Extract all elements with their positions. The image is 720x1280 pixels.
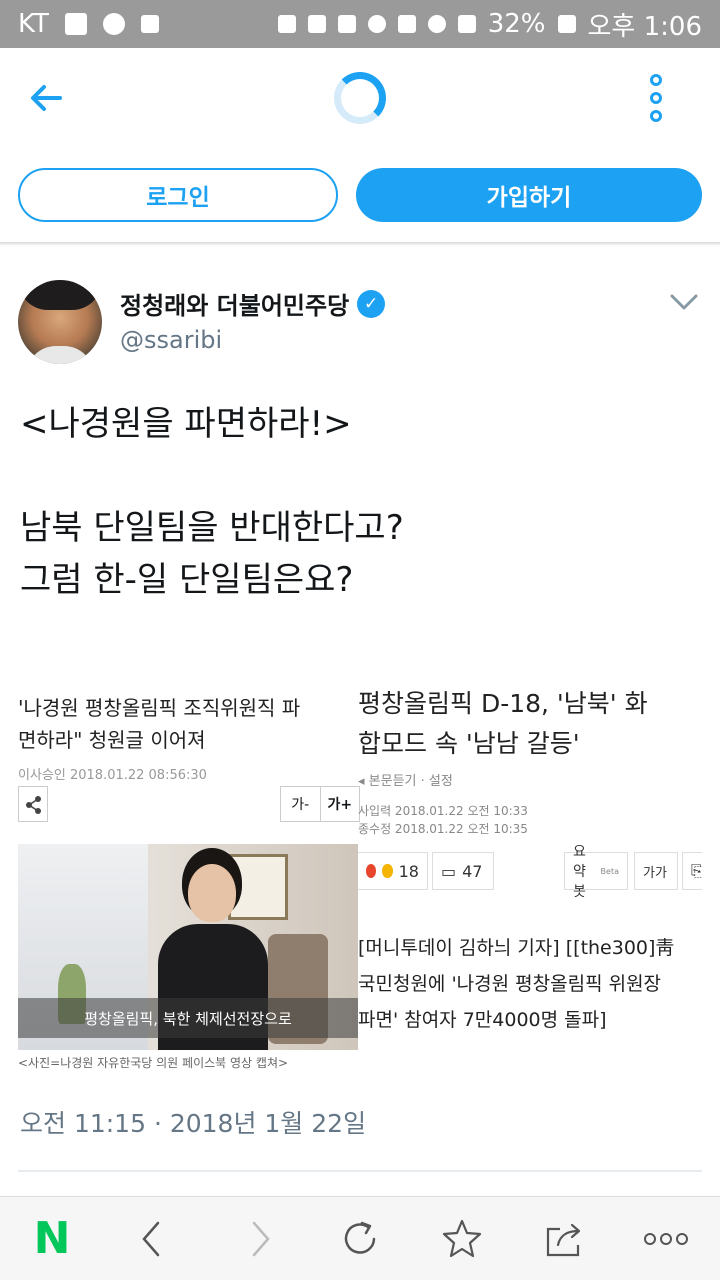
more-options-button[interactable] bbox=[642, 74, 670, 122]
header-divider bbox=[0, 242, 720, 246]
refresh-button[interactable] bbox=[336, 1215, 384, 1263]
summary-beta-badge: Beta bbox=[600, 866, 619, 876]
author-name-text: 정청래와 더불어민주당 bbox=[120, 292, 350, 320]
naver-logo-icon: N bbox=[33, 1213, 71, 1264]
more-horizontal-icon bbox=[644, 1233, 688, 1245]
signup-button[interactable]: 가입하기 bbox=[356, 168, 702, 222]
mute-icon bbox=[337, 15, 356, 33]
laugh-emoji-icon bbox=[382, 864, 393, 878]
right-article-title: 평창올림픽 D-18, '남북' 화 합모드 속 '남남 갈등' bbox=[358, 689, 648, 758]
chevron-down-icon bbox=[670, 294, 698, 310]
tweet-line: <나경원을 파면하라!> bbox=[20, 404, 352, 444]
wifi-icon bbox=[427, 15, 446, 33]
font-size-controls: 가- 가+ bbox=[280, 786, 360, 822]
status-bar: KT 32% 오후 1:06 bbox=[0, 0, 720, 48]
back-button[interactable] bbox=[26, 78, 66, 118]
loading-spinner-icon bbox=[334, 72, 386, 124]
tweet-text: <나경원을 파면하라!> 남북 단일팀을 반대한다고? 그럼 한-일 단일팀은요… bbox=[20, 398, 700, 606]
tweet-line: 남북 단일팀을 반대한다고? bbox=[20, 508, 404, 548]
carrier-label: KT bbox=[18, 9, 49, 39]
auth-buttons: 로그인 가입하기 bbox=[0, 168, 720, 224]
listen-settings: ◂ 본문듣기 · 설정 bbox=[358, 774, 453, 789]
browser-forward-button[interactable] bbox=[236, 1215, 284, 1263]
bookmark-button[interactable] bbox=[438, 1215, 486, 1263]
tweet-menu-button[interactable] bbox=[668, 290, 700, 314]
browser-back-button[interactable] bbox=[128, 1215, 176, 1263]
login-button[interactable]: 로그인 bbox=[18, 168, 338, 222]
reaction-row: 18 ▭ 47 요약봇 Beta 가가 ⎘ bbox=[358, 844, 702, 900]
arrow-left-icon bbox=[31, 85, 62, 111]
share-button[interactable] bbox=[540, 1215, 588, 1263]
battery-saver-icon bbox=[277, 15, 296, 33]
author-name[interactable]: 정청래와 더불어민주당 ✓ bbox=[120, 286, 386, 321]
reaction-count: 18 bbox=[398, 861, 419, 881]
alarm-icon bbox=[367, 15, 386, 33]
verified-badge-icon: ✓ bbox=[357, 289, 386, 318]
image-icon bbox=[64, 13, 87, 35]
usb-icon bbox=[140, 15, 159, 33]
browser-more-button[interactable] bbox=[642, 1215, 690, 1263]
battery-percent: 32% bbox=[487, 9, 546, 39]
vertical-dots-icon bbox=[650, 74, 662, 86]
bluetooth-icon bbox=[307, 15, 326, 33]
hd-icon bbox=[397, 15, 416, 33]
browser-back-icon bbox=[142, 1221, 160, 1257]
signal-icon bbox=[457, 15, 476, 33]
angry-emoji-icon bbox=[366, 864, 377, 878]
left-article-screenshot: '나경원 평창올림픽 조직위원직 파 면하라" 청원글 이어져 이사승인 201… bbox=[18, 676, 360, 1076]
bookmark-star-icon bbox=[442, 1219, 482, 1258]
left-article-title: '나경원 평창올림픽 조직위원직 파 면하라" 청원글 이어져 bbox=[18, 696, 301, 752]
tweet-media-image[interactable]: '나경원 평창올림픽 조직위원직 파 면하라" 청원글 이어져 이사승인 201… bbox=[18, 676, 702, 1076]
comment-count: 47 bbox=[462, 861, 483, 881]
refresh-icon bbox=[344, 1221, 376, 1254]
photo-credit: <사진=나경원 자유한국당 의원 페이스북 영상 캡쳐> bbox=[18, 1056, 289, 1070]
browser-toolbar: N bbox=[0, 1196, 720, 1280]
avatar[interactable] bbox=[18, 280, 102, 364]
tweet-line: 그럼 한-일 단일팀은요? bbox=[20, 560, 354, 600]
speaker-icon: ◂ bbox=[358, 774, 365, 789]
right-article-body: [머니투데이 김하늬 기자] [[the300]靑 국민청원에 '나경원 평창올… bbox=[358, 937, 675, 1031]
clock: 오후 1:06 bbox=[587, 11, 703, 42]
naver-home-button[interactable]: N bbox=[28, 1215, 76, 1263]
app-header bbox=[0, 48, 720, 148]
photo-caption: 평창올림픽, 북한 체제선전장으로 bbox=[18, 998, 358, 1038]
font-large-label: 가+ bbox=[319, 787, 360, 821]
left-article-meta: 이사승인 2018.01.22 08:56:30 bbox=[18, 768, 207, 783]
divider bbox=[18, 1170, 702, 1172]
share-icon bbox=[18, 786, 48, 822]
notification-icon bbox=[102, 13, 125, 35]
share-icon bbox=[546, 1223, 581, 1257]
copy-icon: ⎘ bbox=[682, 852, 702, 890]
tweet-timestamp[interactable]: 오전 11:15 · 2018년 1월 22일 bbox=[20, 1104, 366, 1140]
summary-bot-box: 요약봇 Beta bbox=[564, 844, 628, 900]
reaction-box: 18 bbox=[358, 852, 428, 890]
browser-forward-icon bbox=[252, 1221, 270, 1257]
comment-box: ▭ 47 bbox=[432, 852, 494, 890]
summary-bot-label: 요약봇 bbox=[573, 844, 586, 900]
font-option-label: 가가 bbox=[643, 865, 667, 881]
battery-icon bbox=[557, 15, 576, 33]
right-article-dates: 사입력 2018.01.22 오전 10:33 종수정 2018.01.22 오… bbox=[358, 804, 528, 836]
comment-icon: ▭ bbox=[441, 861, 457, 881]
font-option-box: 가가 bbox=[634, 852, 678, 890]
tweet-line bbox=[20, 450, 700, 502]
font-small-label: 가- bbox=[291, 797, 310, 813]
article-photo: 평창올림픽, 북한 체제선전장으로 bbox=[18, 844, 358, 1050]
author-handle[interactable]: @ssaribi bbox=[120, 326, 222, 354]
right-article-screenshot: 평창올림픽 D-18, '남북' 화 합모드 속 '남남 갈등' ◂ 본문듣기 … bbox=[358, 676, 702, 1076]
